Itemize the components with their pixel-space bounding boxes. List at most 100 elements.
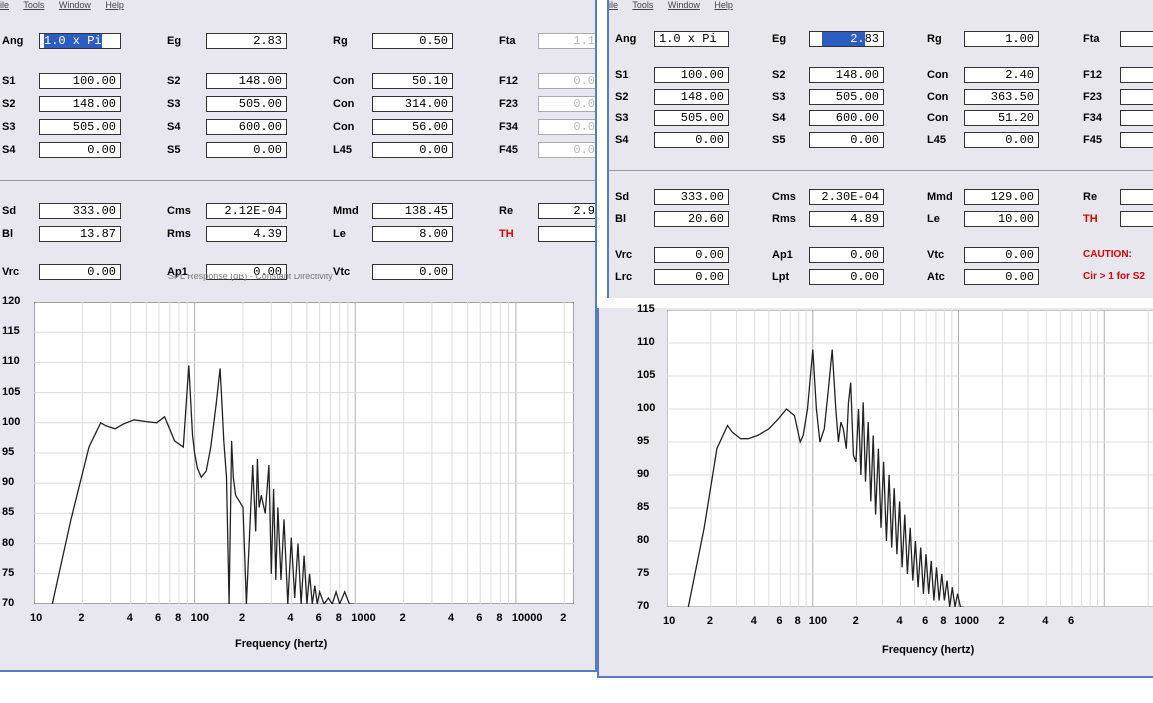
- ap1-field[interactable]: 0.00: [809, 247, 884, 263]
- l45-field[interactable]: 0.00: [964, 131, 1039, 148]
- vrc-field[interactable]: 0.00: [654, 247, 729, 263]
- mmd-field[interactable]: 138.45: [372, 203, 453, 219]
- eg-field[interactable]: 2.83: [809, 31, 884, 47]
- ang-label: Ang: [2, 35, 24, 47]
- f12-field[interactable]: [1120, 67, 1153, 83]
- vtc-field[interactable]: 0.00: [964, 247, 1039, 263]
- con-field[interactable]: 314.00: [372, 96, 453, 112]
- s2-field[interactable]: 148.00: [39, 96, 121, 112]
- right-program-window: ile Tools Window Help Ang 1.0 x Pi Eg 2.…: [597, 0, 1153, 678]
- th-label: TH: [499, 228, 514, 240]
- y-tick-label: 75: [637, 567, 650, 579]
- menu-window[interactable]: Window: [59, 0, 91, 10]
- cms-field[interactable]: 2.12E-04: [206, 203, 287, 219]
- rms-field[interactable]: 4.89: [809, 210, 884, 227]
- s1-label: S1: [615, 69, 629, 81]
- menu-file[interactable]: ile: [0, 0, 9, 10]
- s3-field[interactable]: 505.00: [206, 96, 287, 112]
- atc-field[interactable]: 0.00: [964, 268, 1039, 285]
- s3-field[interactable]: 505.00: [654, 110, 729, 126]
- fta-label: Fta: [1083, 33, 1100, 45]
- bl-field[interactable]: 13.87: [39, 226, 121, 242]
- f12-field[interactable]: 0.0: [538, 73, 595, 89]
- s4-field[interactable]: 600.00: [206, 119, 287, 135]
- mmd-field[interactable]: 129.00: [964, 189, 1039, 205]
- menu-help[interactable]: Help: [714, 0, 733, 10]
- s2-label: S2: [772, 69, 786, 81]
- atc-label: Atc: [927, 270, 945, 283]
- rg-field[interactable]: 0.50: [372, 33, 453, 49]
- vrc-field[interactable]: 0.00: [39, 264, 121, 280]
- f34-field[interactable]: [1120, 110, 1153, 126]
- re-field[interactable]: 2.9: [538, 203, 595, 219]
- fta-field[interactable]: [1120, 31, 1153, 47]
- eg-field[interactable]: 2.83: [206, 33, 287, 49]
- sd-field[interactable]: 333.00: [654, 189, 729, 205]
- eg-label: Eg: [772, 33, 787, 45]
- x-tick-label: 8: [335, 612, 342, 624]
- left-spl-chart: [34, 302, 574, 604]
- s2-field[interactable]: 148.00: [206, 73, 287, 89]
- l45-field[interactable]: 0.00: [372, 142, 453, 158]
- x-tick-label: 10: [30, 612, 43, 624]
- menu-tools[interactable]: Tools: [23, 0, 44, 10]
- x-tick-label: 2: [560, 612, 567, 624]
- f34-field[interactable]: 0.0: [538, 119, 595, 135]
- re-field[interactable]: [1120, 189, 1153, 205]
- lpt-field[interactable]: 0.00: [809, 268, 884, 285]
- s5-field[interactable]: 0.00: [809, 131, 884, 148]
- s2-field[interactable]: 148.00: [809, 67, 884, 83]
- x-tick-label: 8: [175, 612, 182, 624]
- th-field[interactable]: [1120, 210, 1153, 227]
- rms-field[interactable]: 4.39: [206, 226, 287, 242]
- con-field[interactable]: 56.00: [372, 119, 453, 135]
- menu-window[interactable]: Window: [668, 0, 700, 10]
- y-tick-label: 80: [2, 536, 15, 549]
- rg-field[interactable]: 1.00: [964, 31, 1039, 47]
- x-tick-label: 6: [1067, 615, 1075, 627]
- th-field[interactable]: [538, 226, 595, 242]
- bl-label: Bl: [2, 228, 13, 240]
- s4-field[interactable]: 0.00: [654, 131, 729, 148]
- y-tick-label: 110: [637, 336, 655, 348]
- s3-field[interactable]: 505.00: [39, 119, 121, 135]
- s3-label: S3: [772, 90, 786, 103]
- s1-field[interactable]: 100.00: [39, 73, 121, 89]
- fta-field[interactable]: 1.1: [538, 33, 595, 49]
- con-field[interactable]: 2.40: [964, 67, 1039, 83]
- f23-field[interactable]: [1120, 88, 1153, 105]
- s3-field[interactable]: 505.00: [809, 88, 884, 105]
- menu-file[interactable]: ile: [609, 0, 618, 10]
- ang-field[interactable]: 1.0 x Pi: [39, 33, 121, 49]
- bl-field[interactable]: 20.60: [654, 210, 729, 227]
- s4-field[interactable]: 0.00: [39, 142, 121, 158]
- le-field[interactable]: 8.00: [372, 226, 453, 242]
- ang-field[interactable]: 1.0 x Pi: [654, 31, 729, 47]
- y-tick-label: 90: [2, 476, 15, 489]
- s3-label: S3: [2, 121, 16, 133]
- lrc-label: Lrc: [615, 270, 633, 283]
- s3-label: S3: [615, 112, 629, 124]
- cms-field[interactable]: 2.30E-04: [809, 189, 884, 205]
- caution-label: CAUTION:: [1083, 249, 1132, 260]
- lrc-field[interactable]: 0.00: [654, 268, 729, 285]
- y-tick-label: 70: [637, 600, 650, 612]
- f45-field[interactable]: [1120, 131, 1153, 148]
- con-field[interactable]: 50.10: [372, 73, 453, 89]
- s4-field[interactable]: 600.00: [809, 110, 884, 126]
- sd-field[interactable]: 333.00: [39, 203, 121, 219]
- x-tick-label: 6: [922, 615, 929, 627]
- con-field[interactable]: 51.20: [964, 110, 1039, 126]
- separator: [609, 170, 1153, 171]
- con-field[interactable]: 363.50: [964, 88, 1039, 105]
- s2-field[interactable]: 148.00: [654, 88, 729, 105]
- le-field[interactable]: 10.00: [964, 210, 1039, 227]
- menu-help[interactable]: Help: [105, 0, 124, 10]
- x-tick-label: 4: [750, 615, 757, 627]
- s5-field[interactable]: 0.00: [206, 142, 287, 158]
- s1-field[interactable]: 100.00: [654, 67, 729, 83]
- f23-field[interactable]: 0.0: [538, 96, 595, 112]
- x-tick-label: 6: [154, 612, 162, 624]
- f45-field[interactable]: 0.0: [538, 142, 595, 158]
- menu-tools[interactable]: Tools: [632, 0, 653, 10]
